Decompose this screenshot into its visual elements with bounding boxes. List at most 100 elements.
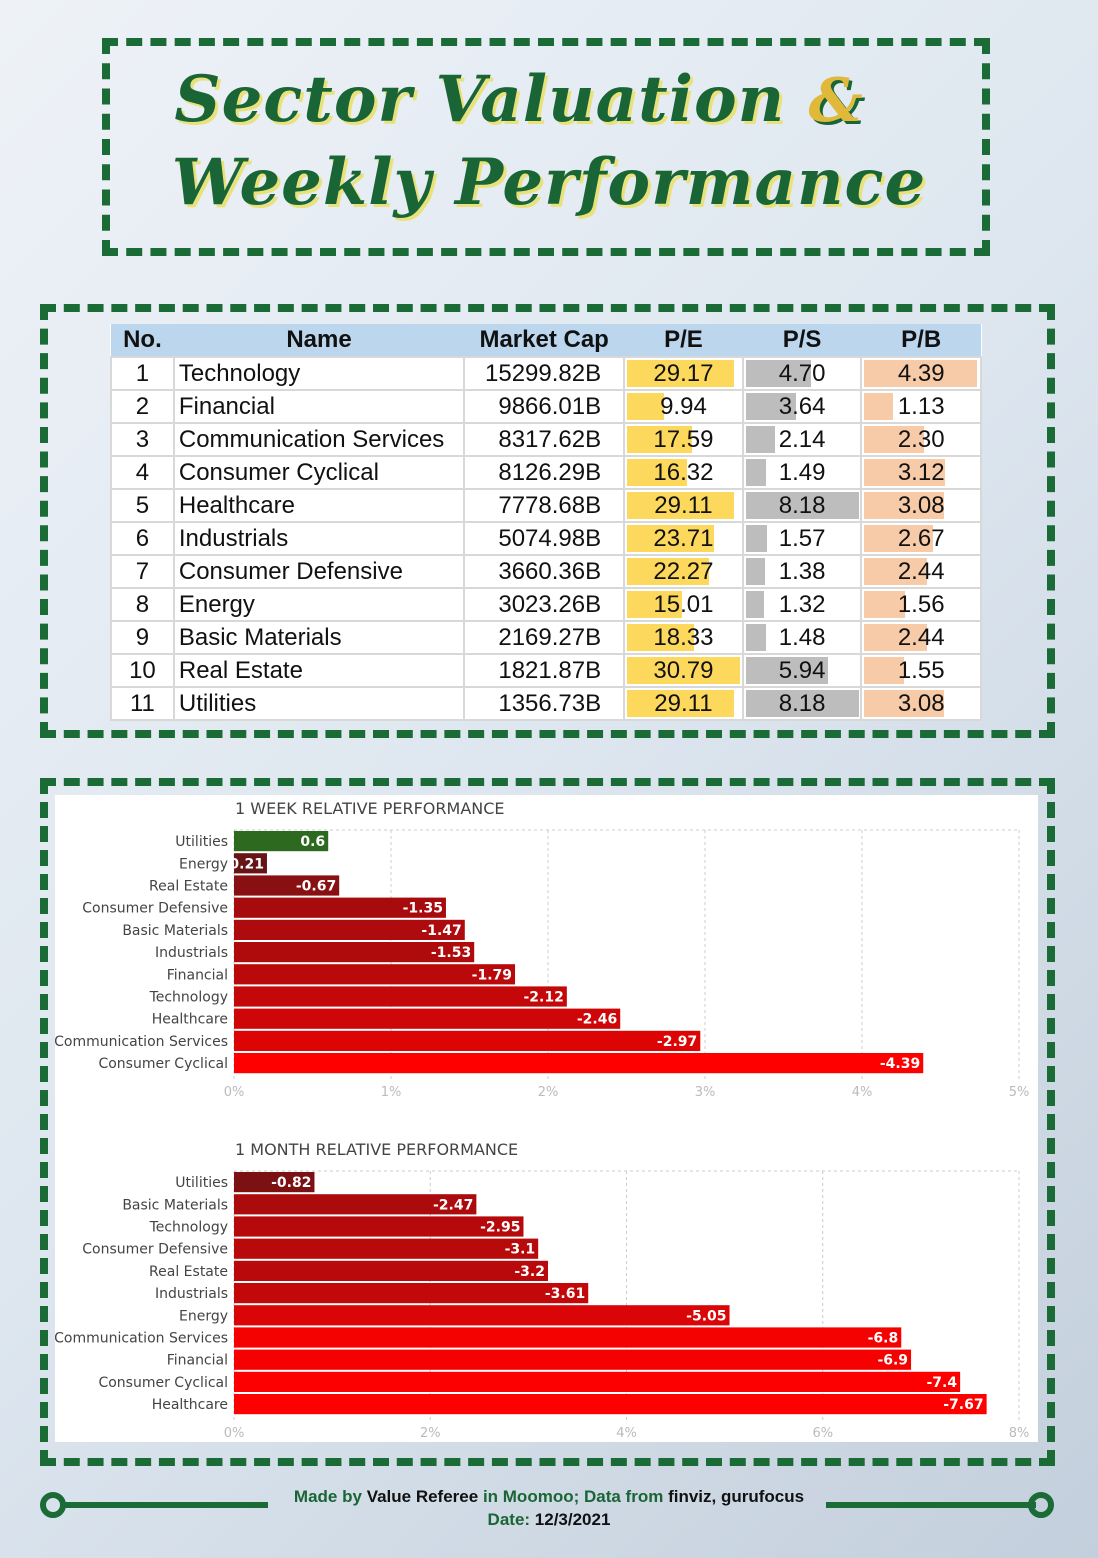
category-label: Consumer Cyclical [98,1056,228,1072]
pe-ratio-cell: 30.79 [623,653,744,688]
bar [234,1371,961,1392]
value: 1.32 [778,590,826,618]
sector-name-cell: Communication Services [172,422,466,457]
data-label: -1.35 [403,901,443,917]
pe-ratio-cell: 29.17 [623,356,744,391]
category-label: Technology [149,990,228,1006]
pb-ratio-cell: 4.39 [860,356,982,391]
category-label: Basic Materials [122,923,228,939]
pe-ratio-cell: 29.11 [623,686,744,721]
data-label: -2.12 [523,990,563,1006]
bar [234,1238,539,1259]
ps-ratio-cell: 8.18 [741,488,863,523]
category-label: Communication Services [55,1331,228,1347]
pb-ratio-cell: 1.55 [860,653,982,688]
value: 3.08 [897,491,945,519]
chart-panel: 1 WEEK RELATIVE PERFORMANCE 0% 1% 2% 3% 4% 5% 0… [54,795,1038,1442]
rank-cell: 1 [110,356,175,391]
market-cap-cell: 8126.29B [463,455,626,490]
pe-ratio-cell: 23.71 [623,521,744,556]
category-label: Industrials [155,945,228,961]
pb-ratio-cell: 2.44 [860,554,982,589]
table-row: 9 Basic Materials 2169.27B 18.33 1.48 2.44 [110,620,982,655]
rank-cell: 2 [110,389,175,424]
column-header: P/S [742,324,862,357]
category-label: Communication Services [55,1034,228,1050]
table-row: 7 Consumer Defensive 3660.36B 22.27 1.38 2.44 [110,554,982,589]
pe-ratio-cell: 29.11 [623,488,744,523]
value: 2.44 [897,557,945,585]
category-label: Real Estate [149,879,228,895]
value: 2.14 [778,425,826,453]
data-label: -7.67 [943,1397,983,1413]
value: 22.27 [653,557,714,585]
value: 9.94 [660,392,707,420]
data-label: -2.46 [577,1012,617,1028]
value: 4.39 [897,359,945,387]
rank-cell: 8 [110,587,175,622]
rank-cell: 9 [110,620,175,655]
sector-name-cell: Energy [172,587,466,622]
table-row: 1 Technology 15299.82B 29.17 4.70 4.39 [110,356,982,391]
category-label: Energy [179,1308,228,1324]
value: 2.30 [897,425,945,453]
footer-credit: Made by Value Referee in Moomoo; Data fr… [293,1487,805,1506]
table-row: 6 Industrials 5074.98B 23.71 1.57 2.67 [110,521,982,556]
x-tick-label: 4% [616,1426,637,1441]
category-label: Healthcare [152,1012,228,1028]
value: 18.33 [653,623,714,651]
market-cap-cell: 7778.68B [463,488,626,523]
value: 17.59 [653,425,714,453]
market-cap-cell: 2169.27B [463,620,626,655]
category-label: Utilities [175,1175,228,1191]
table-row: 10 Real Estate 1821.87B 30.79 5.94 1.55 [110,653,982,688]
table-row: 4 Consumer Cyclical 8126.29B 16.32 1.49 3.12 [110,455,982,490]
ps-ratio-cell: 1.57 [741,521,863,556]
pb-ratio-cell: 3.12 [860,455,982,490]
chart-title: 1 WEEK RELATIVE PERFORMANCE [235,799,505,818]
table-row: 8 Energy 3023.26B 15.01 1.32 1.56 [110,587,982,622]
x-tick-label: 4% [852,1085,873,1100]
sector-name-cell: Healthcare [172,488,466,523]
bar [234,1283,589,1304]
ps-ratio-cell: 2.14 [741,422,863,457]
category-label: Technology [149,1220,228,1236]
column-header: P/E [624,324,743,357]
data-bar [745,591,765,618]
column-header: Market Cap [464,324,625,357]
sector-name-cell: Industrials [172,521,466,556]
value: 2.67 [897,524,945,552]
value: 1.57 [778,524,826,552]
column-header: No. [111,324,174,357]
pe-ratio-cell: 17.59 [623,422,744,457]
category-label: Financial [167,967,228,983]
data-label: -2.47 [433,1197,473,1213]
sector-name-cell: Basic Materials [172,620,466,655]
data-label: -7.4 [927,1375,958,1391]
data-label: -0.21 [224,856,264,872]
pb-ratio-cell: 2.44 [860,620,982,655]
value: 5.94 [778,656,826,684]
data-bar [745,525,768,552]
data-label: -3.61 [545,1286,585,1302]
value: 1.56 [897,590,945,618]
value: 1.13 [897,392,945,420]
table-row: 2 Financial 9866.01B 9.94 3.64 1.13 [110,389,982,424]
title-line-2: Weekly Performance [171,145,927,220]
footer-date: Date: 12/3/2021 [487,1510,611,1529]
data-bar [627,393,664,420]
value: 15.01 [653,590,714,618]
value: 23.71 [653,524,714,552]
x-tick-label: 2% [538,1085,559,1100]
title-line-1: Sector Valuation & [174,62,864,137]
data-bar [745,459,767,486]
ps-ratio-cell: 1.38 [741,554,863,589]
category-label: Industrials [155,1286,228,1302]
table-row: 3 Communication Services 8317.62B 17.59 2.14… [110,422,982,457]
data-label: -1.79 [472,967,512,983]
x-tick-label: 1% [381,1085,402,1100]
category-label: Consumer Cyclical [98,1375,228,1391]
bar [234,1030,701,1051]
value: 1.49 [778,458,826,486]
market-cap-cell: 3660.36B [463,554,626,589]
